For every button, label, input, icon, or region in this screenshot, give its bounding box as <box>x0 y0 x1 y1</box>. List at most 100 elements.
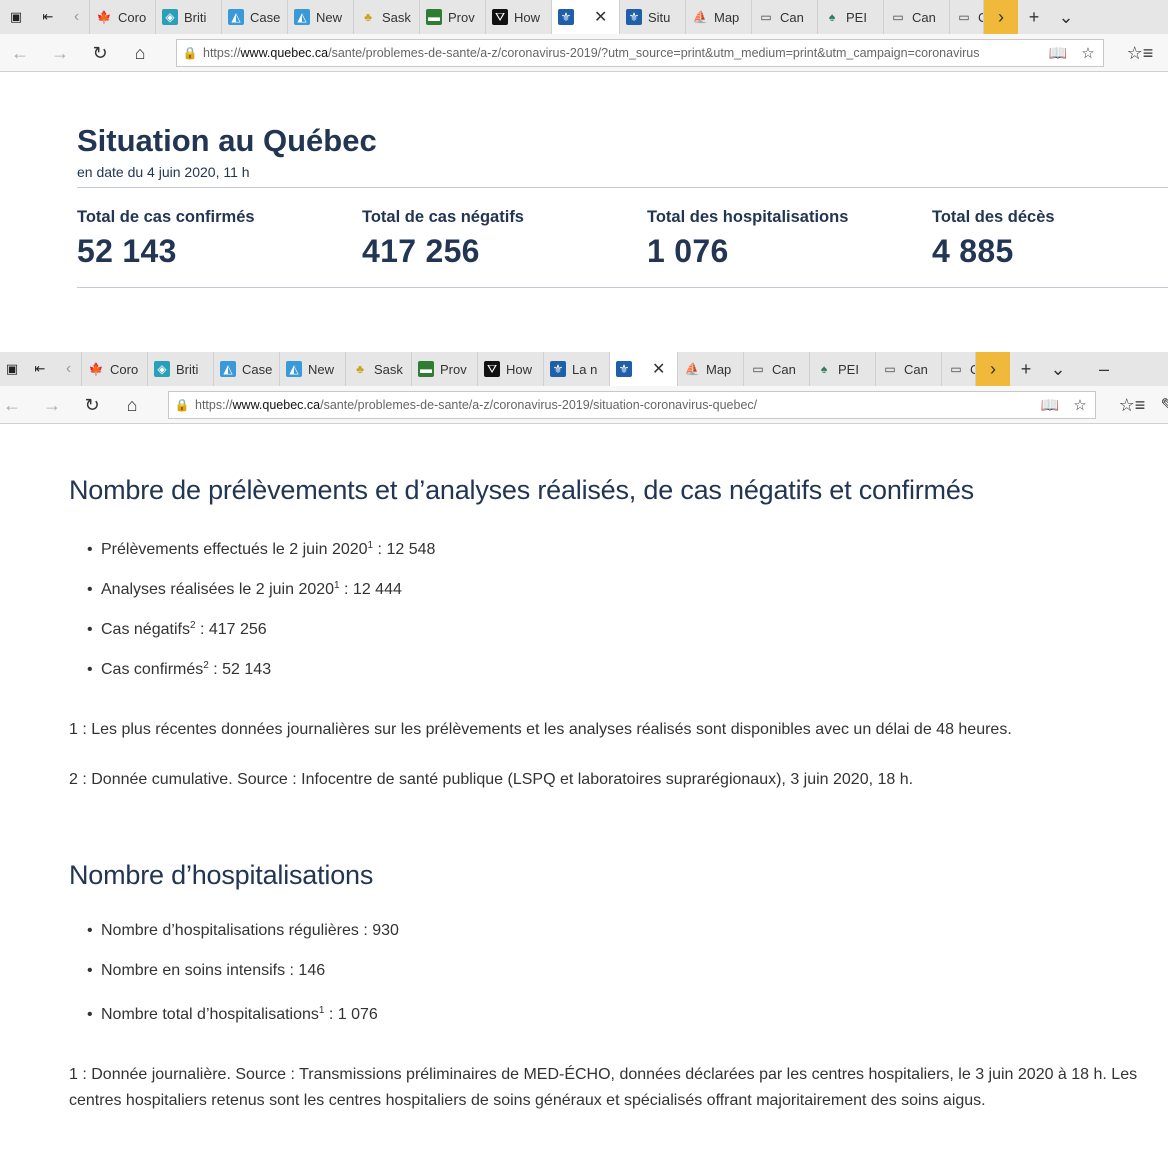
reading-view-icon[interactable]: 📖 <box>1043 44 1073 62</box>
tab-label: La n <box>572 361 598 377</box>
new-tab-icon[interactable]: + <box>1010 352 1042 386</box>
minimize-icon[interactable]: – <box>1074 352 1134 386</box>
ontario-icon: ⛛ <box>492 9 508 25</box>
tab-preview-icon[interactable]: ▣ <box>0 352 24 386</box>
browser-tab[interactable]: ⛛ How <box>478 352 544 386</box>
set-aside-tabs-icon[interactable]: ⇤ <box>24 352 56 386</box>
browser-tab[interactable]: ▭ Can <box>876 352 942 386</box>
browser-tab[interactable]: ▭ Can <box>752 0 818 34</box>
new-tab-icon[interactable]: + <box>1018 0 1050 34</box>
scroll-tabs-left-icon[interactable]: ‹ <box>56 352 82 386</box>
browser-tab[interactable]: ♣ Sask <box>354 0 420 34</box>
favorite-star-icon[interactable]: ☆ <box>1065 396 1095 414</box>
close-tab-icon[interactable]: ✕ <box>594 7 607 27</box>
hospitalisations-heading: Nombre d’hospitalisations <box>69 860 374 890</box>
browser-tab[interactable]: ♣ Sask <box>346 352 412 386</box>
browser-tab[interactable]: ◭ New <box>280 352 346 386</box>
tab-label: Can <box>780 9 804 25</box>
fleur-de-lis-icon: ⚜ <box>558 9 574 25</box>
home-icon[interactable]: ⌂ <box>120 34 160 72</box>
lock-icon[interactable]: 🔒 <box>169 398 195 412</box>
browser-tab[interactable]: 🍁 Coro <box>90 0 156 34</box>
favorites-hub-icon[interactable]: ☆≡ <box>1120 34 1160 72</box>
reading-view-icon[interactable]: 📖 <box>1035 396 1065 414</box>
address-url[interactable]: https://www.quebec.ca/sante/problemes-de… <box>195 398 1035 412</box>
browser-tab[interactable]: ⚜ ✕ <box>552 0 620 34</box>
back-arrow-icon[interactable]: ← <box>0 34 40 72</box>
scroll-tabs-right-icon[interactable]: › <box>976 352 1010 386</box>
tab-label: Case <box>242 361 273 377</box>
address-bar[interactable]: 🔒 https://www.quebec.ca/sante/problemes-… <box>168 391 1096 419</box>
lock-icon[interactable]: 🔒 <box>177 46 203 60</box>
tab-preview-icon[interactable]: ▣ <box>0 0 32 34</box>
browser-tab[interactable]: ♠ PEI <box>810 352 876 386</box>
browser-tab[interactable]: ⚜ La n <box>544 352 610 386</box>
pei-icon: ♠ <box>828 10 836 24</box>
tab-label: New <box>316 9 343 25</box>
hosp-footnote-line-2: centres hospitaliers retenus sont les ce… <box>69 1092 986 1109</box>
divider <box>77 287 1168 288</box>
tab-list-chevron-icon[interactable]: ⌄ <box>1042 352 1074 386</box>
back-arrow-icon[interactable]: ← <box>0 386 32 424</box>
manitoba-icon: ▬ <box>418 361 434 377</box>
tab-label: Coro <box>110 361 139 377</box>
tab-bar: ▣ ⇤ ‹ 🍁 Coro ◈ Briti ◭ Case ◭ New ♣ Sask ▬ Prov ⛛ How… <box>0 0 1168 34</box>
list-item: • Nombre d’hospitalisations régulières : … <box>87 922 399 939</box>
wheat-icon: ♣ <box>356 362 364 376</box>
favorite-star-icon[interactable]: ☆ <box>1073 44 1103 62</box>
browser-tab[interactable]: ⛛ How <box>486 0 552 34</box>
nb-ship-icon: ⛵ <box>684 362 700 376</box>
set-aside-tabs-icon[interactable]: ⇤ <box>32 0 64 34</box>
footnote-2: 2 : Donnée cumulative. Source : Infocent… <box>69 771 914 788</box>
browser-tab[interactable]: ⛵ Map <box>678 352 744 386</box>
stat-value: 4 885 <box>932 233 1014 269</box>
browser-tab[interactable]: ⛵ Map <box>686 0 752 34</box>
forward-arrow-icon[interactable]: → <box>32 386 72 424</box>
refresh-icon[interactable]: ↻ <box>72 386 112 424</box>
tab-label: Sask <box>382 9 411 25</box>
manitoba-icon: ▬ <box>426 9 442 25</box>
page-icon: ▭ <box>752 362 764 376</box>
navigation-bar: ← → ↻ ⌂ 🔒 https://www.quebec.ca/sante/pr… <box>0 34 1168 72</box>
stat-value: 52 143 <box>77 233 177 269</box>
browser-tab[interactable]: ▭ Can <box>884 0 950 34</box>
browser-tab[interactable]: ▭C <box>942 352 976 386</box>
address-url[interactable]: https://www.quebec.ca/sante/problemes-de… <box>203 46 1043 60</box>
forward-arrow-icon[interactable]: → <box>40 34 80 72</box>
favorites-hub-icon[interactable]: ☆≡ <box>1112 386 1152 424</box>
browser-tab[interactable]: ◈ Briti <box>156 0 222 34</box>
browser-tab[interactable]: ◭ Case <box>222 0 288 34</box>
browser-tab[interactable]: 🍁 Coro <box>82 352 148 386</box>
stat-deaths: Total des décès 4 885 <box>932 208 1168 270</box>
maple-leaf-icon: 🍁 <box>96 10 112 24</box>
notes-pen-icon[interactable]: ✎ <box>1148 386 1168 424</box>
browser-tab[interactable]: ⚜ ✕ <box>610 352 678 386</box>
refresh-icon[interactable]: ↻ <box>80 34 120 72</box>
tab-label: Can <box>912 9 936 25</box>
browser-tab[interactable]: ▭C <box>950 0 984 34</box>
browser-window-top: ▣ ⇤ ‹ 🍁 Coro ◈ Briti ◭ Case ◭ New ♣ Sask ▬ Prov ⛛ How… <box>0 0 1168 352</box>
browser-tab[interactable]: ◈ Briti <box>148 352 214 386</box>
close-tab-icon[interactable]: ✕ <box>652 359 665 379</box>
browser-tab[interactable]: ▭ Can <box>744 352 810 386</box>
home-icon[interactable]: ⌂ <box>112 386 152 424</box>
browser-tab[interactable]: ♠ PEI <box>818 0 884 34</box>
browser-tab[interactable]: ◭ New <box>288 0 354 34</box>
navigation-bar: ← → ↻ ⌂ 🔒 https://www.quebec.ca/sante/pr… <box>0 386 1168 424</box>
tab-label: Map <box>706 361 732 377</box>
list-item: • Prélèvements effectués le 2 juin 20201 … <box>87 540 436 558</box>
address-bar[interactable]: 🔒 https://www.quebec.ca/sante/problemes-… <box>176 39 1104 67</box>
tab-label: Prov <box>448 9 475 25</box>
browser-tab[interactable]: ▬ Prov <box>420 0 486 34</box>
stat-label: Total des décès <box>932 208 1055 226</box>
scroll-tabs-left-icon[interactable]: ‹ <box>64 0 90 34</box>
bc-shield-icon: ◈ <box>154 361 170 377</box>
browser-tab[interactable]: ◭ Case <box>214 352 280 386</box>
tab-list-chevron-icon[interactable]: ⌄ <box>1050 0 1082 34</box>
browser-tab[interactable]: ▬ Prov <box>412 352 478 386</box>
divider <box>77 187 1168 188</box>
browser-tab[interactable]: ⚜ Situ <box>620 0 686 34</box>
scroll-tabs-right-icon[interactable]: › <box>984 0 1018 34</box>
alberta-icon: ◭ <box>220 361 236 377</box>
tab-label: Can <box>904 361 928 377</box>
